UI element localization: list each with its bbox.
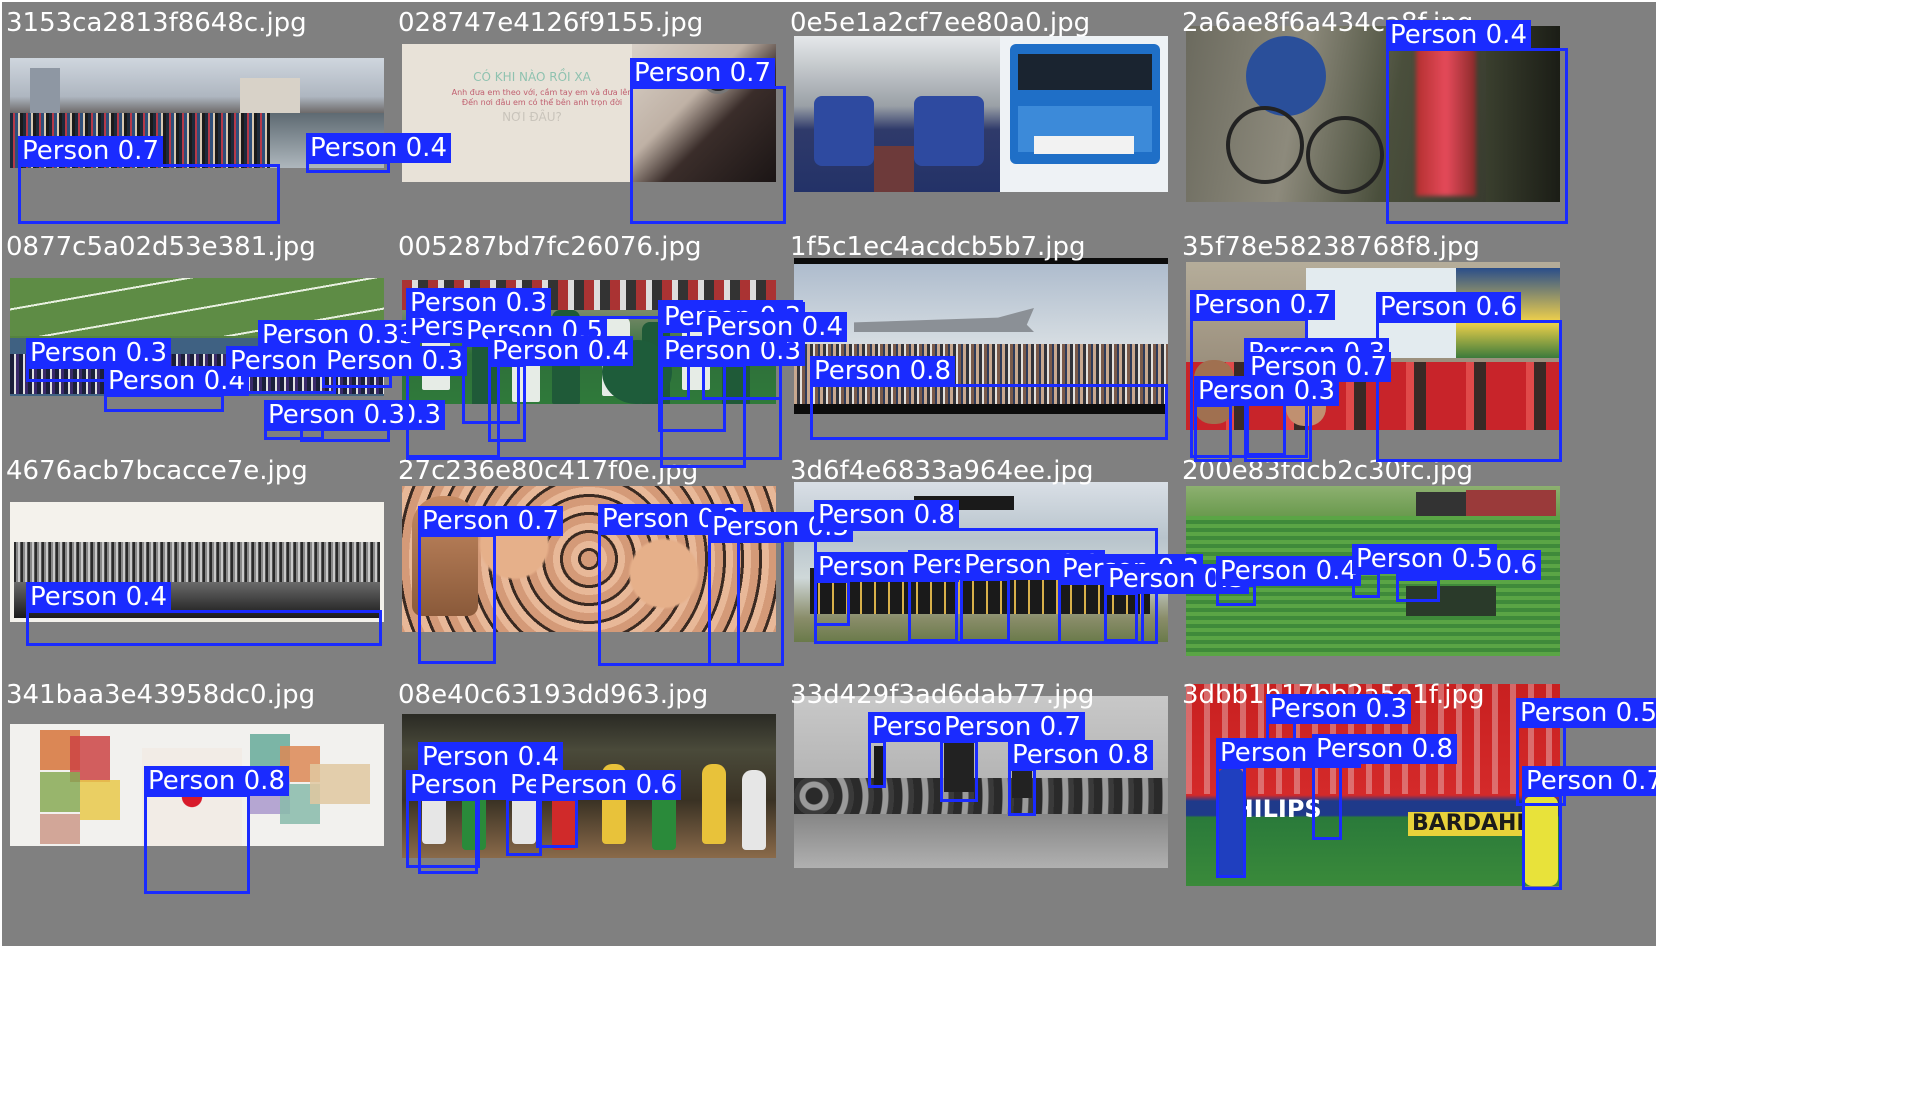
detection-label: Person 0.6 bbox=[1376, 292, 1521, 322]
bounding-box bbox=[1386, 48, 1568, 224]
detection-label: Person 0.8 bbox=[814, 500, 959, 530]
tile-filename: 1f5c1ec4acdcb5b7.jpg bbox=[790, 232, 1086, 262]
bounding-box bbox=[18, 164, 280, 224]
tile-filename: 028747e4126f9155.jpg bbox=[398, 8, 704, 38]
bounding-box bbox=[104, 394, 224, 412]
detection-label: Person 0.3 bbox=[406, 288, 551, 318]
detection-label: Person 0.7 bbox=[1522, 766, 1656, 796]
bounding-box bbox=[144, 794, 250, 894]
detection-label: Person 0.4 bbox=[418, 742, 563, 772]
detection-label: Person 0.6 bbox=[536, 770, 681, 800]
bounding-box bbox=[814, 580, 850, 626]
detection-label: Person 0.3 bbox=[1266, 694, 1411, 724]
bounding-box bbox=[708, 540, 784, 666]
detection-label: Person 0.8 bbox=[1312, 734, 1457, 764]
detection-label: Person 0.8 bbox=[1008, 740, 1153, 770]
detection-label: Person 0.4 bbox=[1386, 20, 1531, 50]
tile-filename: 08e40c63193dd963.jpg bbox=[398, 680, 709, 710]
bounding-box bbox=[1104, 592, 1138, 642]
tile-filename: 27c236e80c417f0e.jpg bbox=[398, 456, 699, 486]
detection-label: Person 0.4 bbox=[488, 336, 633, 366]
detection-label: Person 0.4 bbox=[26, 582, 171, 612]
bounding-box bbox=[940, 740, 978, 802]
bounding-box bbox=[630, 86, 786, 224]
bounding-box bbox=[1194, 404, 1232, 462]
bounding-box bbox=[1008, 768, 1036, 816]
tile-filename: 3153ca2813f8648c.jpg bbox=[6, 8, 307, 38]
detection-label: Person 0.4 bbox=[1216, 556, 1361, 586]
detection-label: Person 0.3 bbox=[26, 338, 171, 368]
bounding-box bbox=[322, 374, 392, 388]
bounding-box bbox=[418, 534, 496, 664]
detection-label: Person 0.5 bbox=[1352, 544, 1497, 574]
detection-label: Person 0.8 bbox=[810, 356, 955, 386]
overlay-text: CÓ KHI NÀO RỒI XA bbox=[473, 70, 591, 84]
overlay-text: BARDAHL bbox=[1408, 812, 1535, 836]
detection-label: Person 0.4 bbox=[702, 312, 847, 342]
tile-filename: 3d6f4e6833a964ee.jpg bbox=[790, 456, 1094, 486]
bounding-box bbox=[810, 384, 1168, 440]
detection-label: Person 0.7 bbox=[630, 58, 775, 88]
detection-label: Person 0.3 bbox=[264, 400, 409, 430]
bounding-box bbox=[960, 578, 1010, 642]
detection-grid: 3153ca2813f8648c.jpg Person 0.7 Person 0.… bbox=[0, 0, 1920, 1100]
bounding-box bbox=[1522, 794, 1562, 890]
detection-label: Person 0.3 bbox=[322, 346, 467, 376]
detection-label: Person 0.7 bbox=[1190, 290, 1335, 320]
tile-filename: 33d429f3ad6dab77.jpg bbox=[790, 680, 1095, 710]
tile-filename: 0e5e1a2cf7ee80a0.jpg bbox=[790, 8, 1091, 38]
detection-label: Person 0.3 bbox=[1194, 376, 1339, 406]
bounding-box bbox=[1376, 320, 1562, 462]
tile-filename: 005287bd7fc26076.jpg bbox=[398, 232, 702, 262]
detection-label: Person 0.7 bbox=[18, 136, 163, 166]
photo bbox=[794, 36, 1168, 192]
detection-label: Person 0.7 bbox=[418, 506, 563, 536]
bounding-box bbox=[26, 610, 382, 646]
bounding-box bbox=[868, 740, 886, 788]
result-tile[interactable]: 3dbb1b17bb2a5e1f.jpg PHILIPS BARDAHL Per… bbox=[1178, 674, 1656, 946]
tile-filename: 0877c5a02d53e381.jpg bbox=[6, 232, 316, 262]
bounding-box bbox=[1216, 766, 1246, 878]
detection-label: Person 0.4 bbox=[306, 133, 451, 163]
bounding-box bbox=[908, 578, 958, 642]
tile-filename: 341baa3e43958dc0.jpg bbox=[6, 680, 316, 710]
detection-label: Person 0.7 bbox=[940, 712, 1085, 742]
tile-filename: 4676acb7bcacce7e.jpg bbox=[6, 456, 308, 486]
detection-label: Person 0.5 bbox=[1516, 698, 1656, 728]
tile-filename: 35f78e58238768f8.jpg bbox=[1182, 232, 1480, 262]
bounding-box bbox=[1396, 578, 1440, 602]
bounding-box bbox=[1312, 762, 1342, 840]
bounding-box bbox=[406, 798, 480, 868]
bounding-box bbox=[536, 798, 578, 848]
detection-label: Person 0.8 bbox=[144, 766, 289, 796]
